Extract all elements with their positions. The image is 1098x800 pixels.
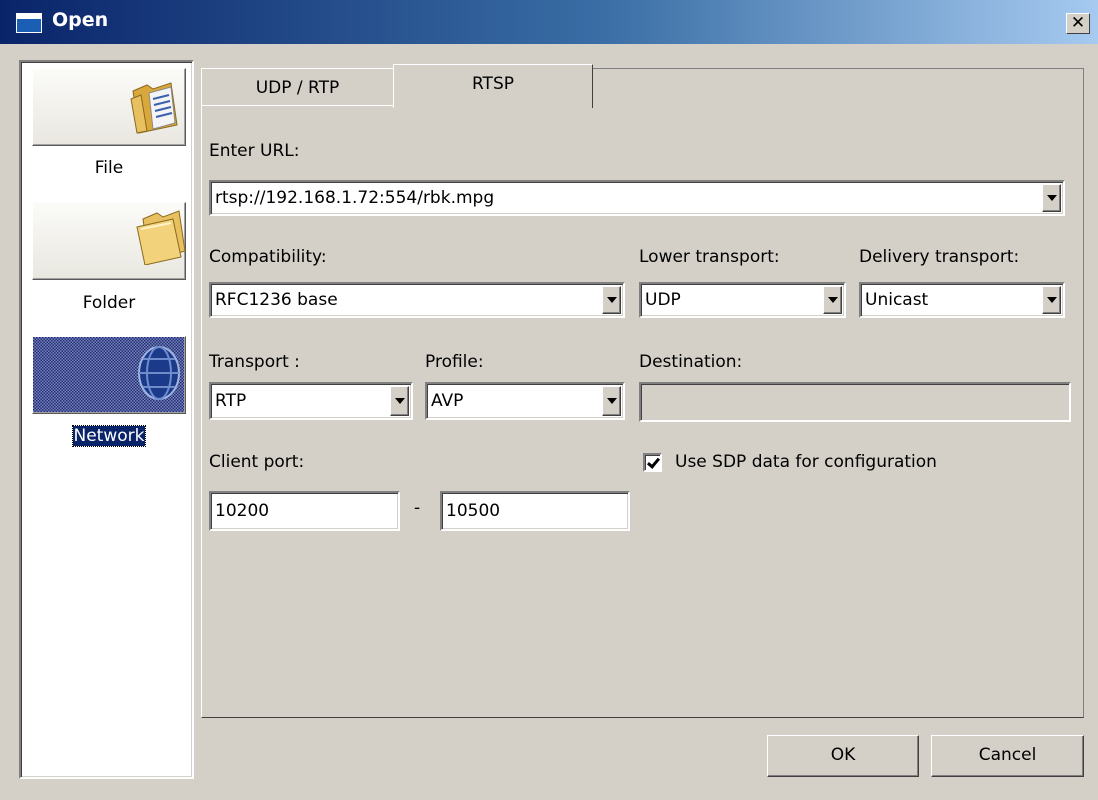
cancel-button[interactable]: Cancel [931, 735, 1084, 777]
window-title: Open [52, 9, 109, 31]
network-icon [138, 346, 180, 400]
client-port-to-input[interactable]: 10500 [440, 491, 630, 531]
transport-select[interactable]: RTP [209, 382, 413, 420]
file-icon [130, 82, 178, 134]
profile-value: AVP [431, 391, 464, 411]
profile-label: Profile: [425, 352, 484, 372]
lower-transport-label: Lower transport: [639, 247, 780, 267]
sidebar-item-folder[interactable] [32, 202, 186, 280]
title-bar[interactable]: Open ✕ [0, 0, 1098, 44]
folder-icon [136, 210, 186, 265]
sidebar-item-label: File [94, 158, 124, 178]
port-separator: - [414, 498, 421, 518]
lower-transport-dropdown-button[interactable] [823, 286, 842, 314]
tab-rtsp[interactable]: RTSP [393, 64, 593, 108]
delivery-transport-select[interactable]: Unicast [859, 282, 1065, 318]
transport-dropdown-button[interactable] [390, 386, 409, 416]
client-port-label: Client port: [209, 452, 305, 472]
destination-field[interactable] [639, 382, 1071, 422]
destination-label: Destination: [639, 352, 743, 372]
url-label: Enter URL: [209, 141, 300, 161]
compatibility-label: Compatibility: [209, 247, 327, 267]
sidebar: File Folder Network [19, 60, 194, 779]
delivery-transport-label: Delivery transport: [859, 247, 1020, 267]
lower-transport-value: UDP [645, 290, 681, 310]
transport-value: RTP [215, 391, 247, 411]
client-port-from-value: 10200 [215, 501, 270, 521]
lower-transport-select[interactable]: UDP [639, 282, 846, 318]
profile-select[interactable]: AVP [425, 382, 625, 420]
close-button[interactable]: ✕ [1066, 13, 1090, 34]
url-dropdown-button[interactable] [1042, 184, 1061, 212]
compatibility-value: RFC1236 base [215, 290, 338, 310]
use-sdp-label[interactable]: Use SDP data for configuration [675, 452, 937, 472]
sidebar-item-label: Folder [82, 293, 136, 313]
compatibility-dropdown-button[interactable] [602, 286, 621, 314]
sidebar-item-file[interactable] [32, 68, 186, 146]
url-combobox[interactable]: rtsp://192.168.1.72:554/rbk.mpg [209, 180, 1065, 216]
client-port-from-input[interactable]: 10200 [209, 491, 400, 531]
compatibility-select[interactable]: RFC1236 base [209, 282, 625, 318]
use-sdp-checkbox[interactable] [643, 453, 662, 472]
profile-dropdown-button[interactable] [602, 386, 621, 416]
window-icon [16, 13, 42, 33]
delivery-transport-dropdown-button[interactable] [1042, 286, 1061, 314]
url-input[interactable]: rtsp://192.168.1.72:554/rbk.mpg [215, 182, 494, 214]
tab-strip-remainder [593, 68, 1084, 106]
ok-button[interactable]: OK [767, 735, 919, 777]
transport-label: Transport : [209, 352, 300, 372]
delivery-transport-value: Unicast [865, 290, 929, 310]
tab-udp-rtp[interactable]: UDP / RTP [201, 68, 394, 106]
sidebar-item-network[interactable] [32, 336, 186, 414]
sidebar-item-label: Network [71, 425, 147, 447]
client-port-to-value: 10500 [446, 501, 501, 521]
